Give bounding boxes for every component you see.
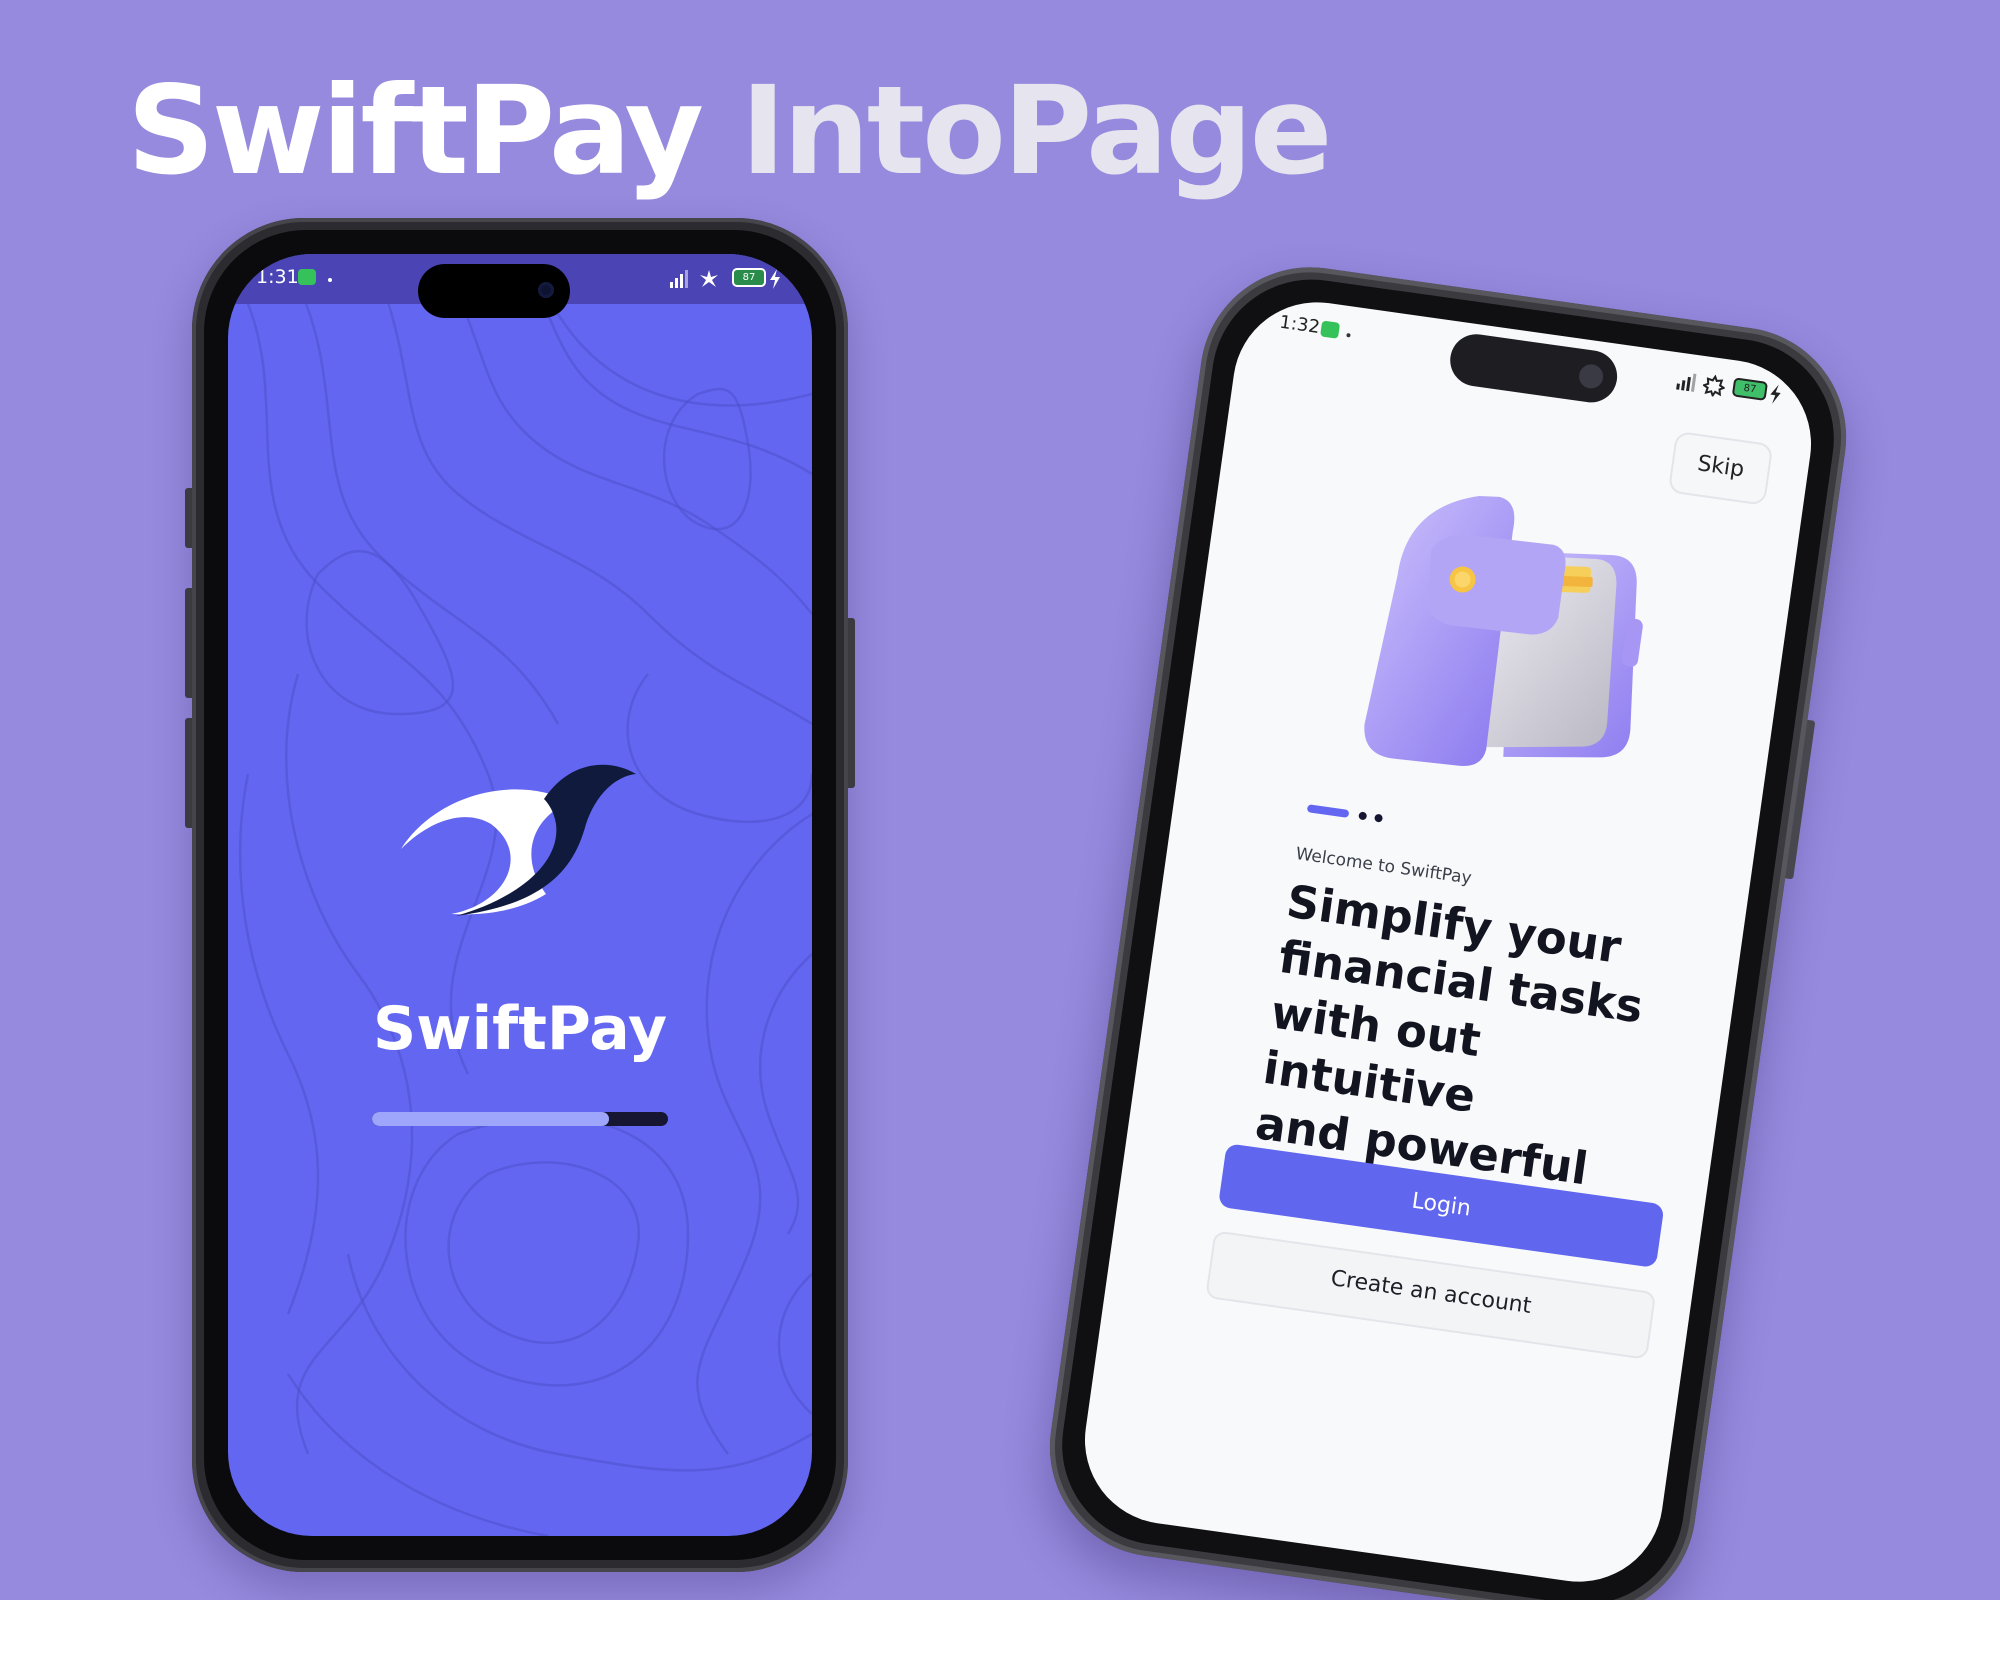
notification-dot-icon [328, 278, 332, 282]
presentation-canvas: SwiftPay IntoPage 1:31 87 SwiftPay 1:32 … [0, 0, 2000, 1600]
status-time: 1:32 [1278, 311, 1322, 339]
pager-dot[interactable] [1358, 811, 1368, 821]
pager-dot[interactable] [1374, 813, 1384, 823]
battery-icon: 87 [732, 268, 766, 287]
onboarding-phone-mockup: 1:32 87 Skip Welcome to SwiftPay Simplif… [1035, 253, 1861, 1600]
battery-icon: 87 [1731, 377, 1769, 401]
signal-icon [670, 270, 688, 288]
leaf-status-icon [700, 270, 718, 287]
wallet-illustration [1364, 496, 1643, 766]
gear-status-icon [1701, 374, 1727, 398]
charging-bolt-icon [1770, 384, 1781, 404]
notification-dot-icon [1346, 332, 1351, 338]
swiftpay-logo-icon [401, 764, 636, 916]
onboarding-screen: 1:32 87 Skip Welcome to SwiftPay Simplif… [1074, 291, 1822, 1593]
splash-screen: 1:31 87 SwiftPay [228, 254, 812, 1536]
phone-action-button [185, 488, 192, 548]
loading-progress-bar [372, 1112, 668, 1126]
dynamic-island [418, 264, 570, 318]
phone-frame: 1:32 87 Skip Welcome to SwiftPay Simplif… [1035, 253, 1861, 1600]
splash-phone-mockup: 1:31 87 SwiftPay [185, 218, 855, 1572]
signal-icon [1676, 373, 1697, 392]
onboarding-pager [1306, 801, 1407, 829]
front-camera-icon [1577, 362, 1605, 390]
android-notification-icon [298, 269, 316, 285]
presentation-headline: SwiftPay IntoPage [127, 70, 1332, 192]
pager-dot-active[interactable] [1306, 804, 1350, 818]
front-camera-icon [538, 282, 554, 298]
loading-progress-fill [372, 1112, 609, 1126]
phone-volume-down-button [185, 718, 192, 828]
charging-bolt-icon [770, 269, 780, 289]
android-notification-icon [1320, 320, 1341, 339]
phone-volume-up-button [185, 588, 192, 698]
headline-word-page: IntoPage [740, 60, 1333, 202]
phone-power-button [848, 618, 855, 788]
headline-word-brand: SwiftPay [127, 60, 704, 202]
splash-app-name: SwiftPay [372, 994, 668, 1064]
status-time: 1:31 [256, 266, 299, 288]
skip-button[interactable]: Skip [1667, 430, 1774, 506]
